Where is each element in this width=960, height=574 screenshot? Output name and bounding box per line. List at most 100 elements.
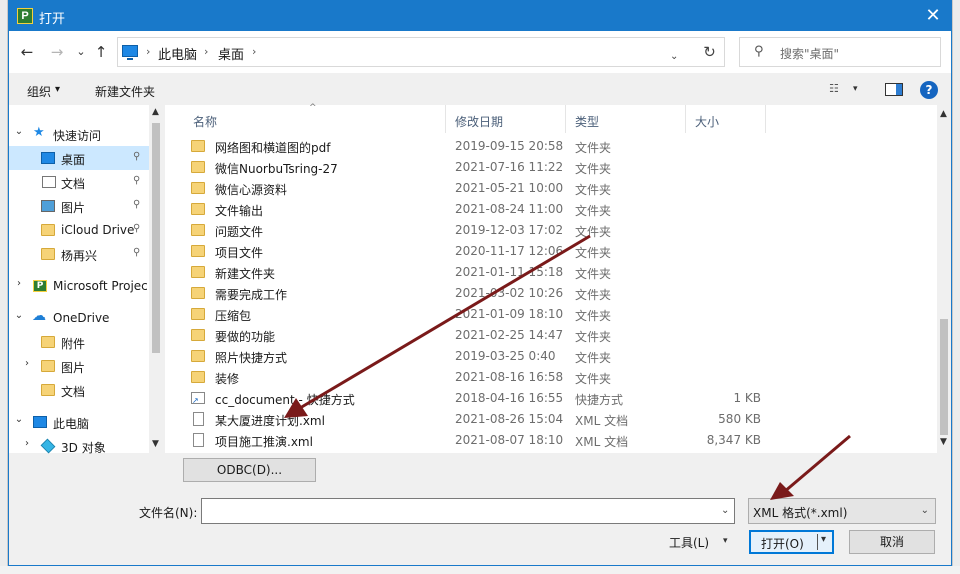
address-dropdown-chevron-icon[interactable]: ⌄ (670, 51, 678, 62)
scroll-up-icon[interactable]: ▲ (152, 107, 159, 117)
open-button[interactable]: 打开(O) ▾ (749, 530, 834, 554)
preview-pane-icon[interactable] (885, 83, 903, 96)
filename-input[interactable] (201, 498, 735, 524)
filename-dropdown-chevron-icon[interactable]: ⌄ (721, 505, 729, 516)
file-name: 问题文件 (215, 225, 264, 239)
sidebar-item-onedrive-pictures[interactable]: › 图片 (9, 354, 149, 378)
file-row[interactable]: 项目施工推演.xml 2021-08-07 18:10 XML 文档 8,347… (165, 430, 935, 451)
sidebar-item-this-pc[interactable]: ⌄ 此电脑 (9, 410, 149, 434)
address-bar[interactable]: › 此电脑 › 桌面 › ⌄ (117, 37, 701, 67)
file-list-scrollbar[interactable]: ▲ ▼ (937, 105, 951, 453)
sidebar-item-onedrive-documents[interactable]: 文档 (9, 378, 149, 402)
column-header-name[interactable]: 名称 (193, 113, 217, 130)
view-dropdown-icon[interactable]: ▾ (853, 84, 858, 94)
help-icon[interactable]: ? (920, 81, 938, 99)
view-details-icon[interactable]: ☷ (829, 83, 845, 95)
file-row[interactable]: 装修 2021-08-16 16:58 文件夹 (165, 367, 935, 388)
file-row[interactable]: 要做的功能 2021-02-25 14:47 文件夹 (165, 325, 935, 346)
file-type-select[interactable]: XML 格式(*.xml) ⌄ (748, 498, 936, 524)
tools-dropdown-icon[interactable]: ▾ (723, 536, 728, 546)
file-row[interactable]: 文件输出 2021-08-24 11:00 文件夹 (165, 199, 935, 220)
cloud-icon: ☁ (32, 308, 46, 324)
sidebar-item-label: Microsoft Projec (53, 279, 148, 293)
file-row[interactable]: 问题文件 2019-12-03 17:02 文件夹 (165, 220, 935, 241)
file-row[interactable]: 需要完成工作 2021-03-02 10:26 文件夹 (165, 283, 935, 304)
sidebar-item-pictures[interactable]: 图片 ⚲ (9, 194, 149, 218)
cancel-button[interactable]: 取消 (849, 530, 935, 554)
column-divider[interactable] (565, 105, 566, 133)
project-icon: P (33, 280, 47, 292)
expand-chevron-icon[interactable]: › (13, 278, 25, 289)
expand-chevron-icon[interactable]: › (21, 358, 33, 369)
scrollbar-thumb[interactable] (152, 123, 160, 353)
file-date: 2021-01-09 18:10 (455, 307, 564, 321)
forward-arrow-icon[interactable]: → (47, 41, 67, 63)
file-row[interactable]: 微信心源资料 2021-05-21 10:00 文件夹 (165, 178, 935, 199)
new-folder-button[interactable]: 新建文件夹 (95, 83, 155, 100)
background-window-bottom-edge (0, 566, 960, 574)
breadcrumb-this-pc[interactable]: 此电脑 (158, 44, 197, 63)
folder-icon (191, 266, 205, 278)
file-row[interactable]: 网络图和横道图的pdf 2019-09-15 20:58 文件夹 (165, 136, 935, 157)
desktop-icon (41, 152, 55, 164)
pin-icon: ⚲ (133, 175, 141, 186)
sidebar-item-yang-zaixing[interactable]: 杨再兴 ⚲ (9, 242, 149, 266)
folder-icon (191, 350, 205, 362)
column-divider[interactable] (685, 105, 686, 133)
search-box[interactable]: ⚲ 搜索"桌面" (739, 37, 941, 67)
sidebar-item-quick-access[interactable]: ⌄ ★ 快速访问 (9, 122, 149, 146)
filename-label: 文件名(N): (139, 506, 198, 520)
breadcrumb-separator-icon[interactable]: › (146, 45, 150, 58)
column-header-size[interactable]: 大小 (695, 113, 719, 130)
column-divider[interactable] (445, 105, 446, 133)
scroll-down-icon[interactable]: ▼ (152, 439, 159, 449)
sidebar-item-3d-objects[interactable]: › 3D 对象 (9, 434, 149, 458)
column-header-date[interactable]: 修改日期 (455, 113, 503, 130)
back-arrow-icon[interactable]: ← (17, 41, 37, 63)
file-row[interactable]: 项目文件 2020-11-17 12:06 文件夹 (165, 241, 935, 262)
file-row[interactable]: 照片快捷方式 2019-03-25 0:40 文件夹 (165, 346, 935, 367)
expand-chevron-icon[interactable]: › (21, 438, 33, 449)
sidebar-item-attachments[interactable]: 附件 (9, 330, 149, 354)
tools-menu-button[interactable]: 工具(L) (669, 534, 709, 551)
sidebar-item-onedrive[interactable]: ⌄ ☁ OneDrive (9, 306, 149, 330)
breadcrumb-separator-icon[interactable]: › (204, 45, 208, 58)
odbc-button[interactable]: ODBC(D)... (183, 458, 316, 482)
breadcrumb-separator-icon[interactable]: › (252, 45, 256, 58)
chevron-down-icon[interactable]: ⌄ (921, 505, 929, 516)
sidebar-item-icloud-drive[interactable]: iCloud Drive ⚲ (9, 218, 149, 242)
file-row[interactable]: 某大厦进度计划.xml 2021-08-26 15:04 XML 文档 580 … (165, 409, 935, 430)
xml-file-icon (193, 412, 204, 426)
scroll-up-icon[interactable]: ▲ (940, 109, 947, 119)
breadcrumb-desktop[interactable]: 桌面 (218, 44, 244, 63)
file-row[interactable]: cc_document - 快捷方式 2018-04-16 16:55 快捷方式… (165, 388, 935, 409)
scroll-down-icon[interactable]: ▼ (940, 437, 947, 447)
file-name: 项目文件 (215, 246, 264, 260)
title-bar[interactable]: P 打开 ✕ (9, 1, 951, 31)
file-row[interactable]: 新建文件夹 2021-01-11 15:18 文件夹 (165, 262, 935, 283)
expand-chevron-icon[interactable]: ⌄ (13, 310, 25, 321)
scrollbar-thumb[interactable] (940, 319, 948, 435)
recent-locations-chevron-icon[interactable]: ⌄ (71, 41, 91, 63)
file-row[interactable]: 微信NuorbuTsring-27 2021-07-16 11:22 文件夹 (165, 157, 935, 178)
file-row[interactable]: 压缩包 2021-01-09 18:10 文件夹 (165, 304, 935, 325)
up-arrow-icon[interactable]: ↑ (91, 41, 111, 63)
expand-chevron-icon[interactable]: ⌄ (13, 126, 25, 137)
sidebar-item-label: 桌面 (61, 153, 86, 167)
sidebar-item-microsoft-project[interactable]: › P Microsoft Projec (9, 274, 149, 298)
file-name: 某大厦进度计划.xml (215, 414, 325, 428)
open-dropdown-icon[interactable]: ▾ (821, 534, 826, 545)
expand-chevron-icon[interactable]: ⌄ (13, 414, 25, 425)
sidebar-item-documents[interactable]: 文档 ⚲ (9, 170, 149, 194)
column-header-type[interactable]: 类型 (575, 113, 599, 130)
file-date: 2019-12-03 17:02 (455, 223, 564, 237)
column-divider[interactable] (765, 105, 766, 133)
refresh-button[interactable]: ↻ (695, 37, 725, 67)
organize-dropdown-icon[interactable]: ▾ (55, 84, 60, 95)
organize-button[interactable]: 组织 (27, 83, 51, 100)
sidebar-item-desktop[interactable]: 桌面 ⚲ (9, 146, 149, 170)
sort-ascending-icon: ^ (309, 103, 317, 113)
navigation-pane-scrollbar[interactable]: ▲ ▼ (149, 105, 163, 453)
close-button[interactable]: ✕ (921, 4, 945, 28)
sidebar-item-label: 图片 (61, 201, 86, 215)
